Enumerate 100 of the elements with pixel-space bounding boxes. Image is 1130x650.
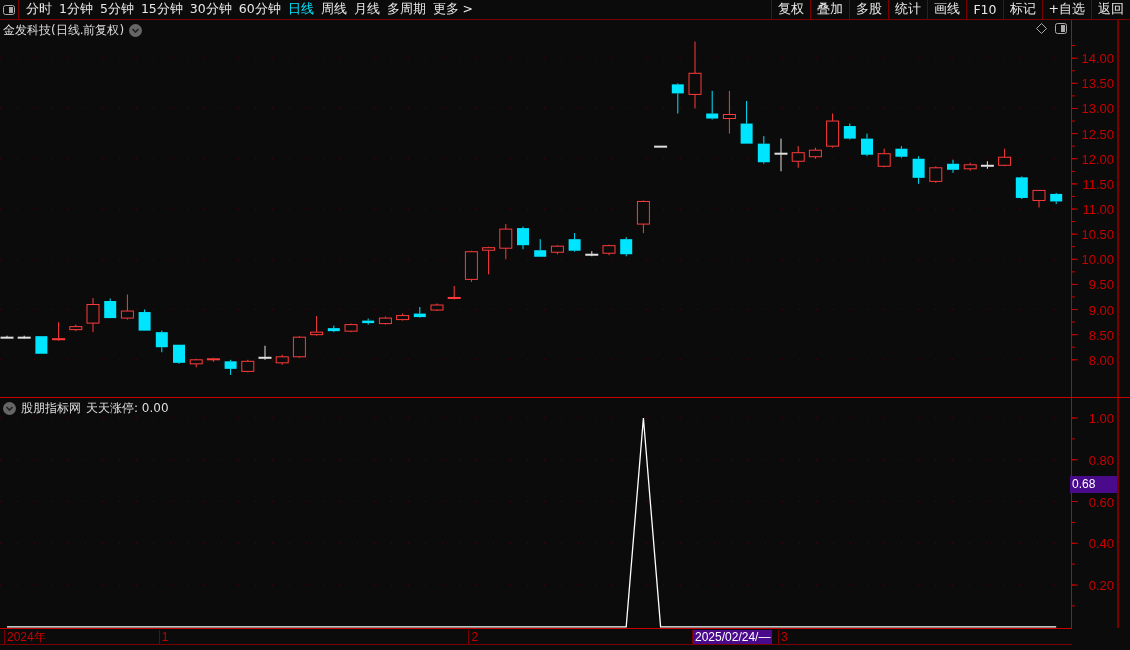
candlestick bbox=[671, 82, 684, 114]
candlestick bbox=[327, 325, 340, 333]
price-axis-label: 13.00 bbox=[1081, 101, 1114, 117]
candlestick bbox=[86, 297, 100, 333]
time-axis-label: 1 bbox=[158, 630, 169, 644]
period-tab[interactable]: 月线 bbox=[353, 1, 380, 18]
cursor-date-label: 2025/02/24/— bbox=[692, 630, 773, 644]
indicator-axis-label: 1.00 bbox=[1088, 411, 1114, 426]
candlestick bbox=[929, 165, 943, 184]
candlestick bbox=[17, 335, 31, 340]
period-tab[interactable]: 30分钟 bbox=[189, 1, 232, 18]
price-axis-label: 11.00 bbox=[1082, 202, 1114, 217]
period-tab[interactable]: 分时 bbox=[26, 1, 52, 18]
candlestick bbox=[447, 285, 461, 300]
panel-toggle-button[interactable] bbox=[0, 0, 19, 19]
period-tab[interactable]: 15分钟 bbox=[140, 1, 183, 18]
candlestick bbox=[499, 223, 513, 260]
candlestick bbox=[413, 306, 426, 319]
price-axis-label: 12.00 bbox=[1081, 151, 1114, 167]
indicator-axis-label: 0.80 bbox=[1088, 452, 1114, 468]
price-axis-label: 13.50 bbox=[1081, 76, 1114, 92]
candlestick bbox=[275, 354, 289, 366]
candlestick bbox=[206, 357, 220, 363]
candlestick bbox=[138, 309, 151, 332]
chevron-down-icon[interactable] bbox=[3, 402, 16, 415]
candlestick bbox=[0, 335, 14, 339]
price-axis-label: 10.50 bbox=[1081, 227, 1114, 243]
period-tab[interactable]: 周线 bbox=[320, 1, 347, 18]
candlestick bbox=[173, 344, 185, 365]
indicator-axis-label: 0.20 bbox=[1088, 578, 1114, 593]
candlestick bbox=[826, 113, 840, 149]
candlestick bbox=[258, 345, 272, 361]
candlestick bbox=[292, 335, 306, 359]
candlestick bbox=[654, 145, 668, 148]
candlestick bbox=[877, 148, 891, 168]
candlestick bbox=[757, 135, 770, 165]
price-axis-label: 14.00 bbox=[1081, 51, 1114, 67]
period-tab[interactable]: 1分钟 bbox=[59, 1, 93, 18]
price-axis-label: 12.50 bbox=[1081, 126, 1114, 142]
indicator-axis-label: 0.40 bbox=[1088, 536, 1114, 552]
candlestick bbox=[843, 123, 856, 141]
candlestick bbox=[912, 155, 925, 185]
period-tab[interactable]: 多周期 bbox=[386, 1, 426, 18]
candlestick bbox=[241, 359, 255, 373]
candlestick bbox=[378, 316, 392, 326]
candlestick bbox=[430, 303, 444, 312]
candlestick bbox=[362, 318, 375, 326]
candlestick bbox=[947, 159, 959, 174]
candlestick bbox=[224, 359, 237, 376]
candlestick bbox=[808, 147, 822, 160]
time-axis-label: 3 bbox=[778, 630, 788, 644]
candlestick bbox=[52, 321, 66, 342]
diamond-icon[interactable] bbox=[1036, 23, 1047, 34]
candlestick bbox=[310, 315, 324, 337]
candlestick bbox=[464, 250, 478, 283]
candlestick bbox=[791, 145, 805, 169]
time-axis-label: 2 bbox=[468, 630, 479, 644]
candlestick bbox=[740, 100, 753, 145]
indicator-source: 股朋指标网 bbox=[21, 400, 81, 417]
candlestick bbox=[189, 358, 203, 368]
candlestick bbox=[1015, 175, 1028, 200]
candlestick bbox=[963, 162, 977, 172]
candlestick bbox=[104, 298, 117, 319]
indicator-reading: 天天涨停: 0.00 bbox=[86, 400, 169, 417]
period-tab[interactable]: 更多 > bbox=[432, 1, 474, 18]
candlestick bbox=[895, 145, 908, 159]
candlestick bbox=[35, 335, 48, 355]
time-axis-label: 2024年 bbox=[4, 630, 46, 644]
price-axis-label: 8.00 bbox=[1088, 352, 1114, 368]
cursor-value-label: 0.68 bbox=[1070, 475, 1117, 493]
candlestick bbox=[980, 160, 994, 170]
price-axis-label: 9.00 bbox=[1088, 302, 1114, 318]
candlestick bbox=[998, 148, 1012, 167]
candlestick bbox=[568, 232, 581, 253]
candlestick bbox=[722, 90, 736, 135]
price-axis-label: 11.50 bbox=[1082, 176, 1114, 192]
candlestick bbox=[1032, 189, 1046, 208]
price-axis-label: 8.50 bbox=[1088, 327, 1114, 343]
candlestick bbox=[602, 244, 616, 256]
candlestick bbox=[534, 238, 547, 258]
panel-toggle-icon bbox=[3, 4, 15, 15]
price-axis-label: 9.50 bbox=[1088, 277, 1114, 293]
period-tab[interactable]: 60分钟 bbox=[238, 1, 281, 18]
candlestick bbox=[688, 41, 702, 109]
candlestick bbox=[706, 90, 719, 121]
candlestick bbox=[517, 226, 529, 250]
candlestick bbox=[69, 324, 83, 332]
stock-title: 金发科技(日线.前复权) bbox=[3, 22, 125, 39]
candlestick bbox=[550, 244, 564, 255]
chevron-down-icon[interactable] bbox=[129, 24, 143, 37]
candlestick bbox=[861, 133, 873, 157]
candlestick bbox=[482, 246, 496, 275]
candlestick bbox=[620, 236, 633, 257]
panel-toggle-icon[interactable] bbox=[1055, 23, 1067, 34]
price-axis-label: 10.00 bbox=[1081, 252, 1114, 268]
candlestick bbox=[636, 199, 650, 234]
candlestick bbox=[585, 250, 599, 257]
period-tab[interactable]: 5分钟 bbox=[99, 1, 134, 18]
period-tab[interactable]: 日线 bbox=[287, 1, 314, 18]
candlestick bbox=[344, 323, 358, 333]
